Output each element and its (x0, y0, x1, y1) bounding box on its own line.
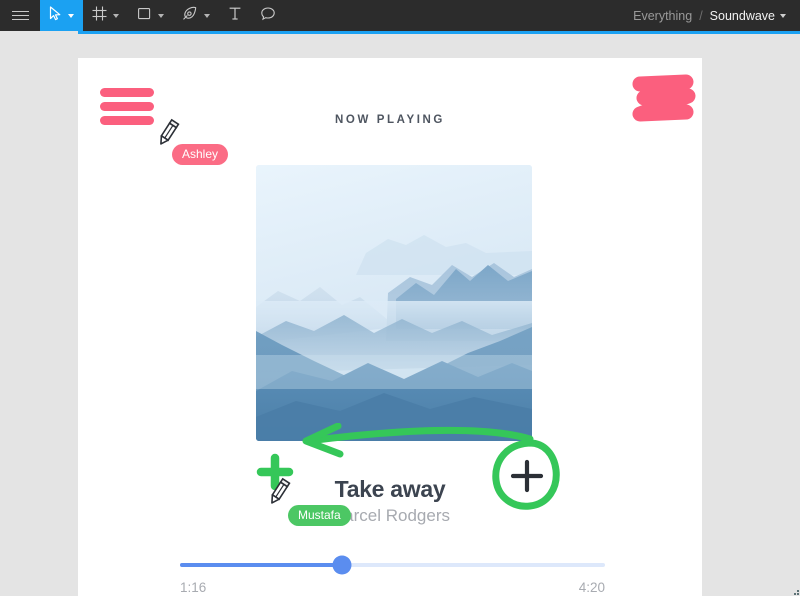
hamburger-icon (100, 88, 154, 97)
frame-tool-button[interactable] (83, 0, 128, 31)
main-menu-button[interactable] (0, 0, 40, 31)
move-tool-button[interactable] (40, 0, 83, 31)
chevron-down-icon[interactable] (780, 13, 786, 18)
chevron-down-icon[interactable] (158, 13, 164, 18)
window-resize-grip[interactable] (790, 586, 799, 595)
track-title: Take away (334, 476, 446, 502)
breadcrumb-separator: / (699, 8, 703, 23)
album-artwork[interactable] (256, 165, 532, 441)
progress-handle[interactable] (332, 555, 351, 575)
page-title: NOW PLAYING (335, 114, 445, 126)
time-row: 1:16 4:20 (180, 580, 605, 595)
rectangle-icon (137, 6, 152, 26)
toolbar-accent-line (78, 31, 800, 34)
top-toolbar: Everything / Soundwave (0, 0, 800, 31)
total-time: 4:20 (578, 580, 605, 595)
elapsed-time: 1:16 (180, 580, 207, 595)
pen-icon (182, 6, 198, 26)
progress-rail[interactable] (180, 555, 605, 575)
more-options-button[interactable] (618, 86, 678, 136)
breadcrumb-parent[interactable]: Everything (633, 9, 692, 23)
progress-fill (180, 563, 342, 567)
hamburger-icon (100, 102, 154, 111)
chevron-down-icon[interactable] (68, 13, 74, 18)
more-options-icon (635, 108, 661, 114)
app-window: Everything / Soundwave NOW PLAYING Take … (0, 0, 800, 596)
design-canvas[interactable]: NOW PLAYING Take away Marcel Rodgers 1:1… (0, 34, 800, 596)
track-artist: Marcel Rodgers (330, 506, 450, 525)
hamburger-icon (11, 8, 29, 23)
comment-bubble-icon (260, 6, 276, 26)
frame-icon (92, 6, 107, 26)
pen-tool-button[interactable] (173, 0, 219, 31)
text-tool-button[interactable] (219, 0, 251, 31)
breadcrumb: Everything / Soundwave (633, 9, 800, 23)
album-art-image (256, 165, 532, 441)
cursor-arrow-icon (49, 5, 62, 26)
breadcrumb-current[interactable]: Soundwave (710, 9, 775, 23)
text-t-icon (228, 6, 242, 26)
comment-tool-button[interactable] (251, 0, 285, 31)
track-info: Take away Marcel Rodgers (78, 476, 702, 526)
shape-tool-button[interactable] (128, 0, 173, 31)
playback-progress[interactable]: 1:16 4:20 (180, 555, 605, 595)
chevron-down-icon[interactable] (113, 13, 119, 18)
chevron-down-icon[interactable] (204, 13, 210, 18)
artboard-soundwave[interactable]: NOW PLAYING Take away Marcel Rodgers 1:1… (78, 58, 702, 596)
